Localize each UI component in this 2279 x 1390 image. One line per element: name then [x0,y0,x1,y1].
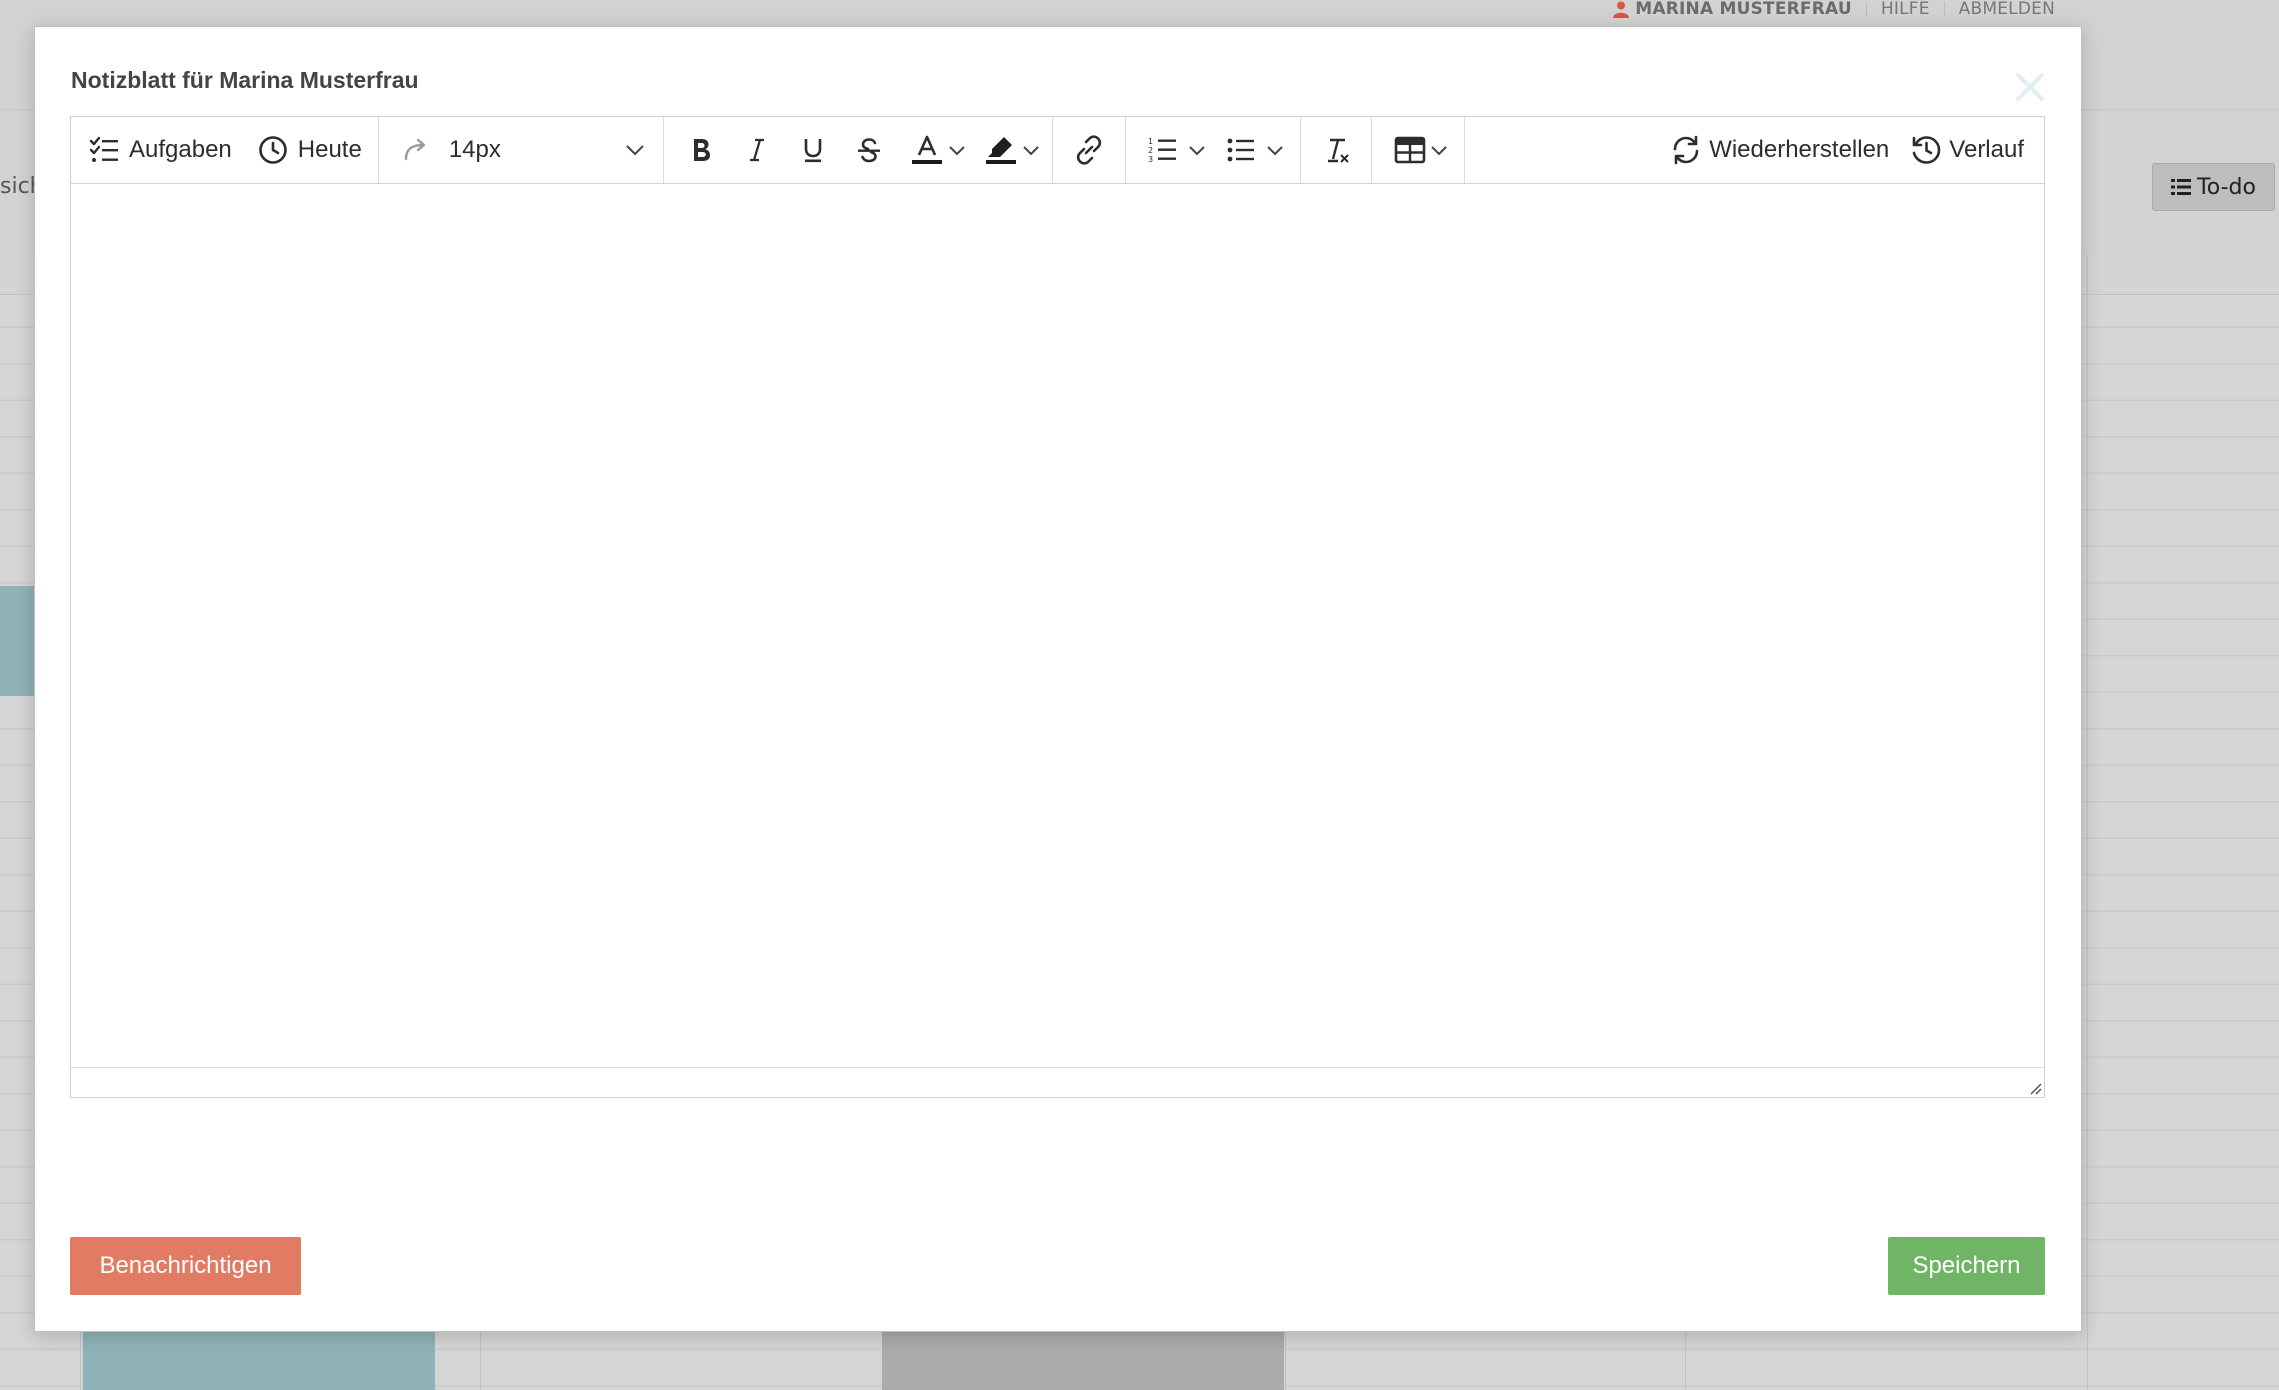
editor-content[interactable] [71,184,2044,1068]
underline-button[interactable] [790,126,836,174]
table-icon [1394,136,1426,164]
ordered-list-button[interactable]: 1 2 3 [1140,126,1214,174]
editor-statusbar [71,1067,2044,1097]
resize-handle-icon[interactable] [2028,1081,2042,1095]
link-icon [1076,135,1101,165]
bold-icon [693,139,710,161]
tasklist-icon [89,136,118,162]
toolbar-group-format [664,117,1053,183]
svg-text:2: 2 [1148,146,1153,155]
clear-format-icon [1327,138,1349,163]
italic-icon [749,138,764,162]
rich-text-editor: Aufgaben Heute 14px 1 2 3 Wiederherstell… [70,116,2045,1098]
calendar-event[interactable] [882,1330,1284,1390]
save-button[interactable]: Speichern [1888,1237,2045,1295]
notify-button[interactable]: Benachrichtigen [70,1237,301,1295]
redo-icon [404,138,426,161]
toolbar-group-insert: Aufgaben Heute [71,117,379,183]
underline-icon [804,139,822,163]
bold-button[interactable] [678,126,724,174]
redo-button[interactable] [393,126,439,174]
toolbar-group-link [1053,117,1126,183]
help-link[interactable]: HILFE [1881,0,1930,19]
chevron-down-icon [626,145,644,156]
svg-text:1: 1 [1148,137,1153,146]
clock-icon [258,136,287,164]
todo-button[interactable]: To-do [2152,163,2275,211]
today-label: Heute [297,136,362,163]
history-button[interactable]: Verlauf [1901,126,2032,174]
modal-title: Notizblatt für Marina Musterfrau [71,67,419,93]
restore-icon [1673,135,1699,165]
user-icon [1613,1,1630,18]
list-icon [2171,179,2192,195]
todo-label: To-do [2197,174,2256,200]
notepad-modal: Notizblatt für Marina Musterfrau Aufgabe… [34,26,2082,1332]
table-button[interactable] [1386,126,1456,174]
nav-separator [1943,2,1945,16]
nav-separator [1865,2,1867,16]
link-button[interactable] [1065,126,1113,174]
top-nav: MARINA MUSTERFRAU HILFE ABMELDEN [1613,0,2055,20]
restore-label: Wiederherstellen [1709,136,1890,163]
calendar-event[interactable] [83,1330,435,1390]
history-label: Verlauf [1949,136,2024,163]
highlight-icon [985,137,1016,164]
toolbar-group-clear [1301,117,1372,183]
strikethrough-icon [857,138,880,163]
ordered-list-icon: 1 2 3 [1148,137,1176,164]
chevron-down-icon[interactable] [948,145,966,156]
text-color-button[interactable] [902,126,974,174]
chevron-down-icon[interactable] [1266,145,1284,156]
toolbar-group-restore: Wiederherstellen Verlauf [1661,117,2044,183]
chevron-down-icon[interactable] [1188,145,1206,156]
highlight-button[interactable] [976,126,1048,174]
bullet-list-button[interactable] [1218,126,1292,174]
grid-column-line [2087,255,2088,1390]
text-color-icon [911,135,942,164]
clear-format-button[interactable] [1313,126,1359,174]
font-size-value: 14px [448,136,501,163]
chevron-down-icon[interactable] [1022,145,1040,156]
calendar-event[interactable] [0,586,35,696]
editor-toolbar: Aufgaben Heute 14px 1 2 3 Wiederherstell… [71,117,2044,184]
tasks-label: Aufgaben [129,136,232,163]
today-button[interactable]: Heute [250,126,370,174]
user-menu[interactable]: MARINA MUSTERFRAU [1613,0,1852,19]
close-icon[interactable] [2012,69,2048,105]
toolbar-group-lists: 1 2 3 [1126,117,1301,183]
toolbar-group-table [1372,117,1465,183]
logout-link[interactable]: ABMELDEN [1959,0,2055,19]
toolbar-group-history: 14px [379,117,664,183]
chevron-down-icon[interactable] [1430,145,1448,156]
user-name: MARINA MUSTERFRAU [1635,0,1852,19]
history-icon [1912,136,1941,164]
strikethrough-button[interactable] [846,126,892,174]
tasks-button[interactable]: Aufgaben [81,126,240,174]
svg-text:3: 3 [1148,155,1153,164]
bullet-list-icon [1227,138,1254,162]
italic-button[interactable] [734,126,780,174]
font-size-select[interactable]: 14px [439,126,651,174]
restore-button[interactable]: Wiederherstellen [1661,126,1897,174]
